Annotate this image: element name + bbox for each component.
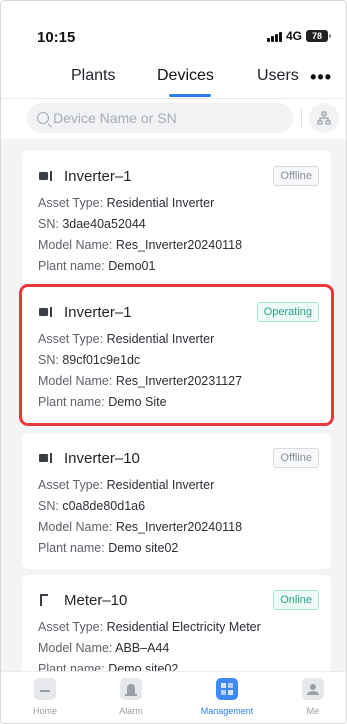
hierarchy-icon — [317, 111, 331, 125]
plant-name-value: Demo Site — [108, 395, 167, 409]
nav-label: Management — [200, 706, 254, 716]
sn-label: SN: — [38, 499, 59, 513]
status-badge: Operating — [256, 302, 319, 322]
plant-name-label: Plant name: — [38, 541, 105, 555]
nav-label: Home — [32, 706, 57, 716]
model-name-value: Res_Inverter20240118 — [115, 520, 243, 534]
device-card[interactable]: Inverter–1 Offline Asset Type: Residenti… — [22, 151, 331, 287]
sn-label: SN: — [38, 217, 59, 231]
alarm-icon — [120, 678, 142, 700]
model-name-label: Model Name: — [38, 374, 113, 388]
search-bar — [1, 99, 346, 139]
nav-me[interactable]: Me — [283, 678, 343, 716]
sn-value: c0a8de80d1a6 — [62, 499, 146, 513]
plant-name-label: Plant name: — [38, 395, 105, 409]
nav-home[interactable]: Home — [15, 678, 75, 716]
plant-name-value: Demo site02 — [108, 541, 179, 555]
status-time: 10:15 — [37, 29, 76, 46]
status-badge: Offline — [273, 448, 319, 468]
asset-type-label: Asset Type: — [38, 478, 104, 492]
meter-icon — [40, 594, 48, 606]
active-tab-indicator — [169, 94, 211, 97]
status-badge: Offline — [273, 166, 319, 186]
sn-value: 3dae40a52044 — [62, 217, 146, 231]
asset-type-value: Residential Electricity Meter — [106, 620, 261, 634]
inverter-icon — [39, 453, 52, 463]
search-icon — [37, 112, 49, 124]
search-input[interactable] — [53, 110, 273, 126]
device-card[interactable]: Inverter–10 Offline Asset Type: Resident… — [22, 433, 331, 569]
device-name: Inverter–10 — [64, 449, 140, 467]
asset-type-value: Residential Inverter — [106, 478, 215, 492]
signal-icon — [266, 31, 282, 42]
device-card[interactable]: Meter–10 Online Asset Type: Residential … — [22, 575, 331, 686]
model-name-value: Res_Inverter20231127 — [115, 374, 243, 388]
nav-label: Alarm — [119, 706, 143, 716]
tab-plants[interactable]: Plants — [71, 67, 115, 85]
user-icon — [302, 678, 324, 700]
hierarchy-filter-button[interactable] — [309, 103, 339, 133]
model-name-label: Model Name: — [38, 641, 113, 655]
sn-value: 89cf01c9e1dc — [62, 353, 141, 367]
divider — [301, 109, 302, 127]
model-name-label: Model Name: — [38, 520, 113, 534]
more-options-button[interactable]: ••• — [310, 67, 332, 88]
home-icon — [34, 678, 56, 700]
device-name: Inverter–1 — [64, 167, 132, 185]
asset-type-label: Asset Type: — [38, 196, 104, 210]
search-box[interactable] — [27, 103, 293, 133]
app-screen: 10:15 4G 78 Plants Devices Users ••• Dev… — [0, 0, 347, 724]
plant-name-value: Demo01 — [108, 259, 156, 273]
sn-label: SN: — [38, 353, 59, 367]
top-tabs: Plants Devices Users ••• — [1, 61, 346, 99]
model-name-value: ABB–A44 — [115, 641, 170, 655]
device-card-selected[interactable]: Inverter–1 Operating Asset Type: Residen… — [19, 284, 334, 426]
asset-type-label: Asset Type: — [38, 332, 104, 346]
inverter-icon — [39, 171, 52, 181]
nav-label: Me — [306, 706, 320, 716]
network-type: 4G — [285, 29, 302, 43]
tab-users[interactable]: Users — [257, 67, 299, 85]
asset-type-value: Residential Inverter — [106, 196, 215, 210]
device-name: Meter–10 — [64, 591, 128, 609]
nav-management[interactable]: Management — [197, 678, 257, 716]
management-icon — [216, 678, 238, 700]
model-name-value: Res_Inverter20240118 — [115, 238, 243, 252]
status-indicators: 4G 78 — [266, 29, 331, 43]
status-badge: Online — [273, 590, 319, 610]
plant-name-label: Plant name: — [38, 259, 105, 273]
battery-icon: 78 — [306, 30, 331, 42]
inverter-icon — [39, 307, 52, 317]
asset-type-label: Asset Type: — [38, 620, 104, 634]
nav-alarm[interactable]: Alarm — [101, 678, 161, 716]
device-name: Inverter–1 — [64, 303, 132, 321]
tab-devices[interactable]: Devices — [157, 67, 214, 85]
bottom-nav: Home Alarm Management Me — [1, 671, 346, 723]
status-bar: 10:15 4G 78 — [1, 1, 346, 61]
asset-type-value: Residential Inverter — [106, 332, 215, 346]
model-name-label: Model Name: — [38, 238, 113, 252]
